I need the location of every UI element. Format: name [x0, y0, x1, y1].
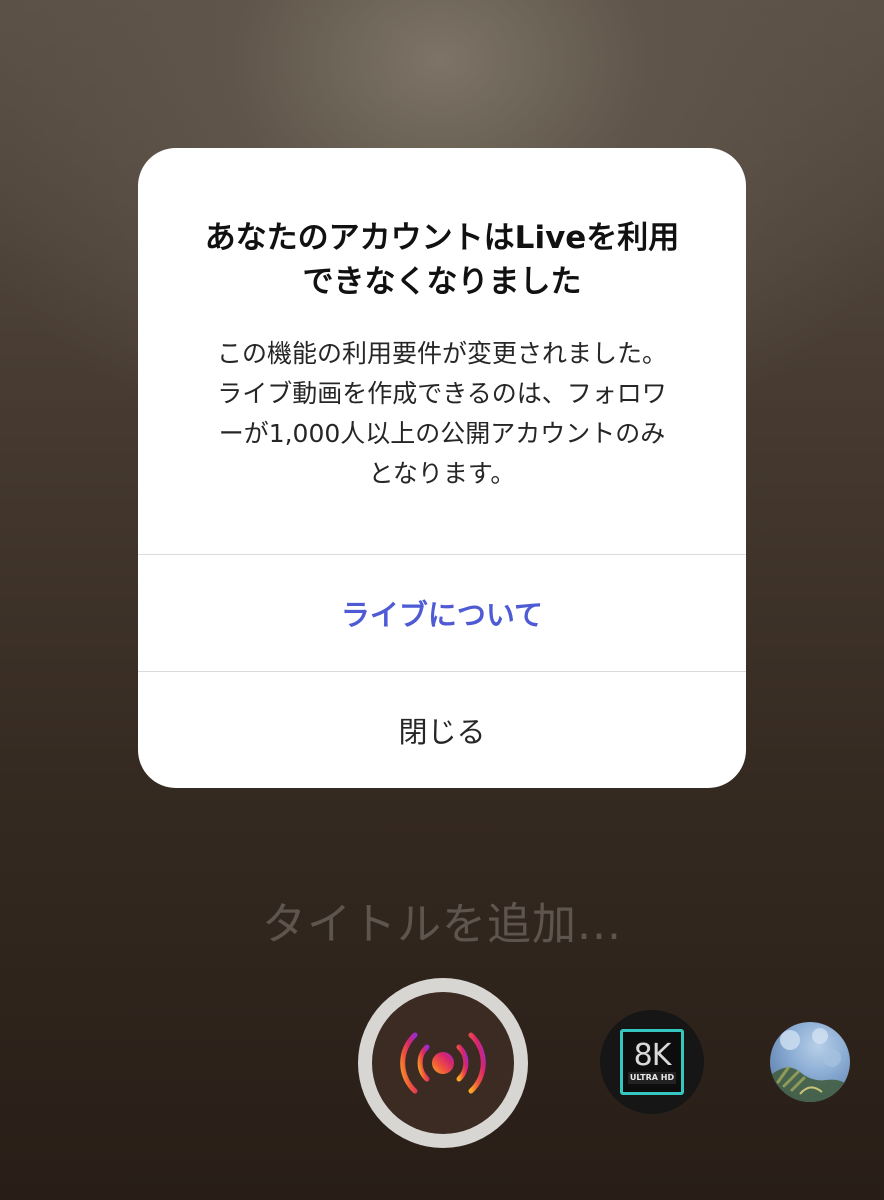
go-live-button[interactable] [358, 978, 528, 1148]
photo-effect-thumbnail[interactable] [770, 1022, 850, 1102]
effect-badge-text: 8K [633, 1038, 672, 1073]
8k-ultra-hd-effect-button[interactable]: 8K ULTRA HD [600, 1010, 704, 1114]
record-button-inner [372, 992, 514, 1134]
photo-effect-image [770, 1028, 850, 1102]
add-title-input[interactable]: タイトルを追加... [0, 888, 884, 952]
live-camera-screen: あなたのアカウントはLiveを利用 できなくなりました この機能の利用要件が変更… [0, 0, 884, 1200]
live-broadcast-icon [400, 1032, 486, 1094]
live-unavailable-dialog: あなたのアカウントはLiveを利用 できなくなりました この機能の利用要件が変更… [138, 148, 746, 788]
close-button[interactable]: 閉じる [138, 672, 746, 788]
8k-ultra-hd-effect-icon: 8K ULTRA HD [620, 1029, 684, 1095]
about-live-button[interactable]: ライブについて [138, 555, 746, 671]
effect-badge-subtext: ULTRA HD [627, 1072, 677, 1084]
dialog-title: あなたのアカウントはLiveを利用 できなくなりました [204, 220, 680, 300]
dialog-message: この機能の利用要件が変更されました。 ライブ動画を作成できるのは、フォロワ ーが… [216, 339, 667, 488]
